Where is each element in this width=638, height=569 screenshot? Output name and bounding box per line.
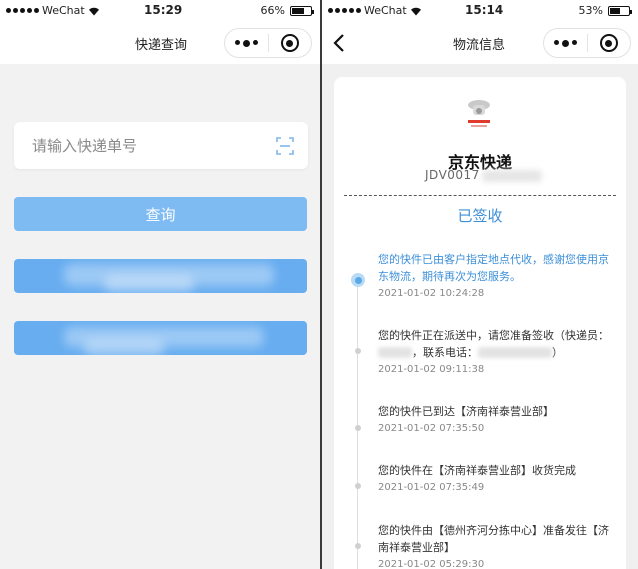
blurred-button-2[interactable] bbox=[14, 321, 307, 355]
wifi-icon bbox=[88, 7, 99, 15]
battery-fill bbox=[292, 7, 304, 14]
event-text: ，联系电话： bbox=[412, 346, 478, 359]
dashed-divider bbox=[344, 195, 616, 196]
query-button[interactable]: 查询 bbox=[14, 197, 307, 231]
status-bar: WeChat 15:29 66% bbox=[0, 0, 320, 22]
status-bar: WeChat 15:14 53% bbox=[322, 0, 638, 22]
battery-group: 66% bbox=[260, 4, 314, 17]
carrier-label: WeChat bbox=[364, 4, 407, 17]
event-description: 您的快件由【德州齐河分拣中心】准备发往【济南祥泰营业部】 bbox=[378, 524, 609, 554]
event-text: 您的快件正在派送中，请您准备签收（快递员： bbox=[378, 329, 609, 342]
event-time: 2021-01-02 07:35:50 bbox=[378, 423, 485, 434]
more-icon[interactable] bbox=[225, 39, 268, 47]
timeline-event: 您的快件由【德州齐河分拣中心】准备发往【济南祥泰营业部】 2021-01-02 … bbox=[378, 522, 616, 569]
timeline-event: 您的快件正在派送中，请您准备签收（快递员： ，联系电话： ） 2021-01-02 … bbox=[378, 327, 616, 375]
signal-group: WeChat bbox=[6, 4, 100, 17]
courier-company-name: 京东快递 bbox=[447, 153, 512, 172]
timeline-node bbox=[355, 483, 361, 489]
event-description: 您的快件在【济南祥泰营业部】收货完成 bbox=[378, 464, 576, 477]
event-time: 2021-01-02 07:35:49 bbox=[378, 482, 485, 493]
battery-percent: 66% bbox=[260, 4, 285, 17]
blur-mask bbox=[482, 170, 542, 182]
timeline-node bbox=[355, 425, 361, 431]
signal-dots-icon bbox=[328, 8, 361, 13]
delivery-status: 已签收 bbox=[457, 207, 503, 225]
tracking-number-input[interactable] bbox=[32, 134, 272, 158]
more-icon[interactable] bbox=[544, 39, 587, 47]
timeline-event: 您的快件已由客户指定地点代收，感谢您使用京东物流，期待再次为您服务。 2021-… bbox=[378, 251, 616, 299]
page-title: 物流信息 bbox=[453, 38, 506, 53]
mini-program-capsule[interactable] bbox=[224, 28, 312, 58]
blur-mask bbox=[378, 347, 412, 358]
blur-mask bbox=[478, 347, 552, 358]
status-time: 15:14 bbox=[465, 3, 504, 17]
event-description: 您的快件已到达【济南祥泰营业部】 bbox=[378, 405, 554, 418]
timeline-event: 您的快件已到达【济南祥泰营业部】 2021-01-02 07:35:50 bbox=[378, 403, 616, 434]
target-icon bbox=[599, 34, 618, 52]
signal-group: WeChat bbox=[328, 4, 422, 17]
phone-logistics-info: WeChat 15:14 53% 物流信息 京东快递 JDV0017 已签收 您… bbox=[322, 0, 638, 569]
event-time: 2021-01-02 09:11:38 bbox=[378, 364, 485, 375]
signal-dots-icon bbox=[6, 8, 39, 13]
event-time: 2021-01-02 05:29:30 bbox=[378, 559, 485, 569]
scan-icon[interactable] bbox=[276, 137, 294, 155]
timeline-node bbox=[355, 348, 361, 354]
battery-icon bbox=[608, 5, 632, 16]
event-description: 您的快件正在派送中，请您准备签收（快递员： ，联系电话： ） bbox=[378, 327, 616, 361]
screenshot-stage: WeChat 15:29 66% 快递查询 请输入快递单号 查询 WeChat … bbox=[0, 0, 638, 569]
phone-express-query: WeChat 15:29 66% 快递查询 请输入快递单号 查询 bbox=[0, 0, 320, 569]
nav-bar: 物流信息 bbox=[322, 22, 638, 64]
close-mini-program-button[interactable] bbox=[268, 34, 311, 52]
target-icon bbox=[280, 34, 299, 52]
close-mini-program-button[interactable] bbox=[587, 34, 630, 52]
mini-program-capsule[interactable] bbox=[543, 28, 631, 58]
battery-icon bbox=[290, 5, 314, 16]
blur-mask bbox=[84, 339, 164, 355]
logistics-card: 京东快递 JDV0017 已签收 您的快件已由客户指定地点代收，感谢您使用京东物… bbox=[334, 77, 626, 569]
battery-percent: 53% bbox=[578, 4, 603, 17]
carrier-label: WeChat bbox=[42, 4, 85, 17]
battery-fill bbox=[610, 7, 620, 14]
blur-mask bbox=[104, 275, 194, 293]
back-arrow-icon[interactable] bbox=[330, 32, 350, 54]
event-text: ） bbox=[552, 346, 563, 359]
status-time: 15:29 bbox=[144, 3, 183, 17]
page-title: 快递查询 bbox=[135, 38, 188, 53]
event-description: 您的快件已由客户指定地点代收，感谢您使用京东物流，期待再次为您服务。 bbox=[378, 253, 609, 283]
event-time: 2021-01-02 10:24:28 bbox=[378, 288, 485, 299]
timeline-line bbox=[357, 277, 358, 569]
blurred-button-1[interactable] bbox=[14, 259, 307, 293]
battery-group: 53% bbox=[578, 4, 632, 17]
wifi-icon bbox=[410, 7, 421, 15]
timeline-node-active bbox=[351, 273, 365, 287]
waybill-number: JDV0017 bbox=[425, 168, 480, 182]
nav-bar: 快递查询 bbox=[0, 22, 320, 64]
tracking-search-box bbox=[14, 122, 308, 169]
jd-logo-icon bbox=[468, 100, 490, 127]
timeline-node bbox=[355, 543, 361, 549]
timeline-event: 您的快件在【济南祥泰营业部】收货完成 2021-01-02 07:35:49 bbox=[378, 462, 616, 493]
